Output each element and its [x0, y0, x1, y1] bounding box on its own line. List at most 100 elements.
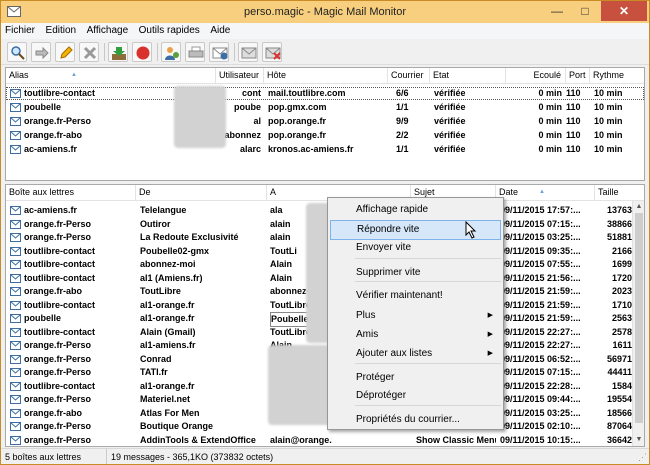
context-item-d-prot-ger[interactable]: Déprotéger [330, 386, 501, 406]
envelope-icon [10, 89, 21, 98]
col-port[interactable]: Port [566, 68, 590, 83]
message-date: 09/11/2015 03:25:... [500, 232, 581, 242]
menu-bar: Fichier Edition Affichage Outils rapides… [1, 23, 649, 39]
menu-fichier[interactable]: Fichier [1, 23, 39, 39]
resize-grip-icon[interactable]: ⋰ [638, 449, 647, 463]
account-host: pop.orange.fr [268, 116, 326, 126]
message-date: 09/11/2015 07:15:... [500, 218, 581, 229]
context-item-envoyer-vite[interactable]: Envoyer vite [330, 238, 501, 258]
message-date: 09/11/2015 06:52:... [500, 353, 581, 364]
account-port: 110 [566, 144, 581, 154]
edit-icon[interactable] [55, 42, 75, 62]
col-de[interactable]: De [136, 185, 267, 200]
account-mail: 1/1 [396, 144, 409, 154]
col-date[interactable]: Date [496, 185, 595, 200]
context-item-prot-ger[interactable]: Protéger [330, 368, 501, 388]
col-courrier[interactable]: Courrier [388, 68, 430, 83]
title-bar[interactable]: perso.magic - Magic Mail Monitor — □ ✕ [1, 1, 649, 23]
account-elapsed: 0 min [538, 102, 562, 112]
context-item-amis[interactable]: Amis ▶ [330, 325, 501, 345]
account-row[interactable]: orange.fr-Perso al pop.orange.fr 9/9 vérifié… [6, 115, 644, 128]
context-item-v-rifier-maintenant[interactable]: Vérifier maintenant! [330, 286, 501, 306]
menu-edition[interactable]: Edition [42, 23, 81, 39]
message-size: 2023 [611, 286, 632, 296]
account-row[interactable]: toutlibre-contact cont mail.toutlibre.com 6… [6, 87, 644, 100]
account-row[interactable]: orange.fr-abo abonnez pop.orange.fr 2/2 véri… [6, 129, 644, 142]
mail-delete-icon[interactable] [262, 42, 282, 62]
col-ecoule[interactable]: Ecoulé [506, 68, 566, 83]
context-item-label: Affichage rapide [356, 204, 429, 215]
status-messages: 19 messages - 365,1KO (373832 octets) [106, 449, 273, 464]
menu-separator [355, 258, 501, 259]
delete-icon[interactable] [79, 42, 99, 62]
scroll-down-icon[interactable]: ▼ [633, 434, 644, 446]
message-box: toutlibre-contact [24, 380, 95, 391]
account-rate: 10 min [594, 130, 623, 140]
col-alias[interactable]: Alias [6, 68, 216, 83]
context-item-label: Envoyer vite [356, 242, 412, 253]
context-item-label: Plus [356, 310, 376, 321]
account-state: vérifiée [434, 116, 466, 126]
printer-icon[interactable] [185, 42, 205, 62]
envelope-icon [10, 300, 21, 310]
vertical-scrollbar[interactable]: ▲ ▼ [632, 201, 644, 446]
message-date: 09/11/2015 21:59:... [500, 299, 581, 310]
scrollbar-thumb[interactable] [635, 213, 643, 423]
maximize-button[interactable]: □ [571, 1, 599, 21]
message-row[interactable]: orange.fr-Perso AddinTools & ExtendOffice… [6, 434, 644, 447]
message-from: TATI.fr [140, 367, 168, 377]
message-date: 09/11/2015 02:10:... [500, 421, 581, 431]
context-item-label: Supprimer vite [356, 267, 421, 278]
redacted-area [174, 86, 226, 148]
account-row[interactable]: ac-amiens.fr alarc kronos.ac-amiens.fr 1/1 v… [6, 143, 644, 156]
envelope-icon [10, 260, 21, 269]
col-hote[interactable]: Hôte [264, 68, 388, 83]
account-state: vérifiée [434, 102, 466, 112]
message-size: 1699 [611, 259, 632, 269]
message-from: AddinTools & ExtendOffice [140, 434, 256, 445]
account-rate: 10 min [594, 88, 623, 98]
scroll-up-icon[interactable]: ▲ [633, 201, 644, 213]
minimize-button[interactable]: — [543, 1, 571, 21]
account-state: vérifiée [434, 144, 466, 154]
menu-affichage[interactable]: Affichage [83, 23, 133, 39]
messages-list[interactable]: Boîte aux lettres De A Sujet Date Taille… [5, 184, 645, 447]
context-item-plus[interactable]: Plus ▶ [330, 306, 501, 326]
menu-outils-rapides[interactable]: Outils rapides [135, 23, 204, 39]
mail-icon[interactable] [238, 42, 258, 62]
user-icon[interactable] [161, 42, 181, 62]
context-item-label: Ajouter aux listes [356, 348, 433, 359]
message-size: 1720 [611, 272, 632, 283]
account-row[interactable]: poubelle poube pop.gmx.com 1/1 vérifiée 0 min… [6, 101, 644, 114]
context-item-affichage-rapide[interactable]: Affichage rapide [330, 200, 501, 220]
forward-icon[interactable] [31, 42, 51, 62]
message-box: toutlibre-contact [24, 299, 95, 310]
context-item-label: Déprotéger [356, 390, 407, 401]
context-item-propri-t-s-du-courrier[interactable]: Propriétés du courrier... [330, 410, 501, 430]
message-box: orange.fr-Perso [24, 353, 92, 364]
message-size: 2563 [611, 313, 632, 323]
download-icon[interactable] [108, 42, 128, 62]
context-item-supprimer-vite[interactable]: Supprimer vite [330, 263, 501, 283]
context-item-ajouter-aux-listes[interactable]: Ajouter aux listes ▶ [330, 344, 501, 364]
envelope-icon [10, 287, 21, 296]
toolbar-separator [234, 43, 235, 61]
col-rythme[interactable]: Rythme [590, 68, 644, 83]
menu-separator [355, 281, 501, 282]
help-icon[interactable] [209, 42, 229, 62]
col-boite[interactable]: Boîte aux lettres [6, 185, 136, 200]
col-taille[interactable]: Taille [595, 185, 644, 200]
envelope-icon [10, 368, 21, 377]
stop-icon[interactable] [132, 42, 152, 62]
accounts-list[interactable]: Alias Utilisateur Hôte Courrier Etat Eco… [5, 67, 645, 181]
search-icon[interactable] [7, 42, 27, 62]
message-from: Telelangue [140, 205, 187, 215]
col-utilisateur[interactable]: Utilisateur [216, 68, 264, 83]
col-etat[interactable]: Etat [430, 68, 506, 83]
toolbar-separator [104, 43, 105, 61]
account-alias: toutlibre-contact [24, 88, 95, 98]
menu-aide[interactable]: Aide [206, 23, 234, 39]
message-from: Boutique Orange [140, 421, 214, 431]
close-button[interactable]: ✕ [601, 1, 647, 21]
account-mail: 9/9 [396, 116, 409, 126]
